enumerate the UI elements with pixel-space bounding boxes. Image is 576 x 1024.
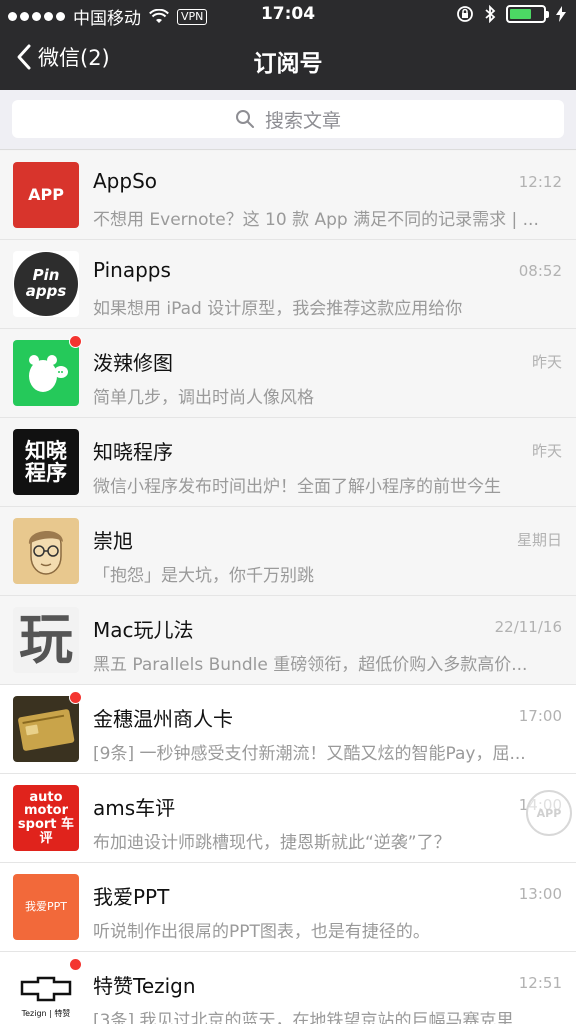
avatar-text: Tezign | 特赞 xyxy=(21,1008,71,1018)
item-time: 昨天 xyxy=(531,442,562,460)
avatar-text: 我爱PPT xyxy=(25,900,67,914)
item-name: 我爱PPT xyxy=(93,885,170,909)
list-item[interactable]: 知晓 程序 知晓程序 昨天 微信小程序发布时间出炉！全面了解小程序的前世今生 xyxy=(0,418,576,507)
subscription-list: APP AppSo 12:12 不想用 Evernote？这 10 款 App … xyxy=(0,151,576,1024)
avatar xyxy=(13,340,79,406)
bank-card-icon xyxy=(18,709,75,751)
avatar-text: APP xyxy=(28,184,64,204)
item-time: 17:00 xyxy=(518,707,562,725)
item-time: 13:00 xyxy=(518,885,562,903)
list-item[interactable]: Pin apps Pinapps 08:52 如果想用 iPad 设计原型，我会… xyxy=(0,240,576,329)
avatar: 知晓 程序 xyxy=(13,429,79,495)
item-name: Mac玩儿法 xyxy=(93,618,194,642)
list-item[interactable]: 玩 Mac玩儿法 22/11/16 黑五 Parallels Bundle 重磅… xyxy=(0,596,576,685)
item-preview: 不想用 Evernote？这 10 款 App 满足不同的记录需求 | ... xyxy=(93,210,539,230)
avatar: 我爱PPT xyxy=(13,874,79,940)
status-bar: 中国移动 VPN 17:04 xyxy=(0,0,576,30)
unread-badge xyxy=(69,335,82,348)
unread-badge xyxy=(69,958,82,971)
bluetooth-icon xyxy=(485,5,496,23)
item-preview: [9条] 一秒钟感受支付新潮流！又酷又炫的智能Pay，屈... xyxy=(93,744,526,764)
item-name: 知晓程序 xyxy=(93,440,173,464)
item-name: AppSo xyxy=(93,169,158,193)
avatar-text: auto motor sport 车评 xyxy=(17,789,75,846)
search-icon xyxy=(235,110,254,128)
item-time: 12:12 xyxy=(518,173,562,191)
list-item[interactable]: APP AppSo 12:12 不想用 Evernote？这 10 款 App … xyxy=(0,151,576,240)
bear-logo-icon xyxy=(29,355,68,392)
item-preview: 黑五 Parallels Bundle 重磅领衔，超低价购入多款高价... xyxy=(93,655,528,675)
avatar xyxy=(13,696,79,762)
item-name: ams车评 xyxy=(93,796,176,820)
avatar xyxy=(13,518,79,584)
item-preview: [3条] 我见过北京的蓝天，在地铁望京站的巨幅马赛克里 xyxy=(93,1011,514,1024)
search-area: 搜索文章 xyxy=(0,90,576,150)
avatar: APP xyxy=(13,162,79,228)
item-time: 08:52 xyxy=(518,262,562,280)
avatar: Pin apps xyxy=(13,251,79,317)
list-item[interactable]: 我爱PPT 我爱PPT 13:00 听说制作出很屌的PPT图表，也是有捷径的。 xyxy=(0,863,576,952)
search-placeholder: 搜索文章 xyxy=(264,109,341,132)
charging-icon xyxy=(556,6,566,22)
item-time: 22/11/16 xyxy=(494,618,562,636)
list-item[interactable]: 泼辣修图 昨天 简单几步，调出时尚人像风格 xyxy=(0,329,576,418)
search-input[interactable]: 搜索文章 xyxy=(12,100,564,138)
item-name: Pinapps xyxy=(93,258,171,282)
rotation-lock-icon xyxy=(457,6,473,22)
item-preview: 简单几步，调出时尚人像风格 xyxy=(93,388,314,408)
avatar-text: 玩 xyxy=(19,607,73,671)
item-name: 崇旭 xyxy=(93,529,133,553)
avatar: 玩 xyxy=(13,607,79,673)
list-item[interactable]: 金穗温州商人卡 17:00 [9条] 一秒钟感受支付新潮流！又酷又炫的智能Pay… xyxy=(0,685,576,774)
status-right xyxy=(456,5,566,23)
item-preview: 微信小程序发布时间出炉！全面了解小程序的前世今生 xyxy=(93,477,501,497)
portrait-sketch-icon xyxy=(28,530,64,575)
avatar-text: 知晓 程序 xyxy=(25,438,67,485)
battery-icon xyxy=(506,5,549,23)
item-name: 特赞Tezign xyxy=(93,974,196,998)
item-name: 泼辣修图 xyxy=(93,351,173,375)
item-preview: 听说制作出很屌的PPT图表，也是有捷径的。 xyxy=(93,922,430,942)
item-time: 12:51 xyxy=(518,974,562,992)
item-preview: 「抱怨」是大坑，你千万别跳 xyxy=(93,566,314,586)
item-preview: 如果想用 iPad 设计原型，我会推荐这款应用给你 xyxy=(93,299,463,319)
page-title: 订阅号 xyxy=(253,51,323,77)
avatar: Tezign | 特赞 xyxy=(13,963,79,1024)
navigation-bar: 微信(2) 订阅号 xyxy=(0,30,576,90)
watermark-logo: APP xyxy=(526,790,572,836)
avatar: auto motor sport 车评 xyxy=(13,785,79,851)
list-item[interactable]: Tezign | 特赞 特赞Tezign 12:51 [3条] 我见过北京的蓝天… xyxy=(0,952,576,1024)
avatar-text: Pin apps xyxy=(25,266,67,300)
item-preview: 布加迪设计师跳槽现代，捷恩斯就此“逆袭”了？ xyxy=(93,833,451,853)
item-time: 星期日 xyxy=(516,531,562,549)
item-name: 金穗温州商人卡 xyxy=(93,707,233,731)
list-item[interactable]: 崇旭 星期日 「抱怨」是大坑，你千万别跳 xyxy=(0,507,576,596)
unread-badge xyxy=(69,691,82,704)
list-item[interactable]: auto motor sport 车评 ams车评 14:00 布加迪设计师跳槽… xyxy=(0,774,576,863)
tezign-logo-icon xyxy=(20,976,72,1001)
item-time: 昨天 xyxy=(531,353,562,371)
